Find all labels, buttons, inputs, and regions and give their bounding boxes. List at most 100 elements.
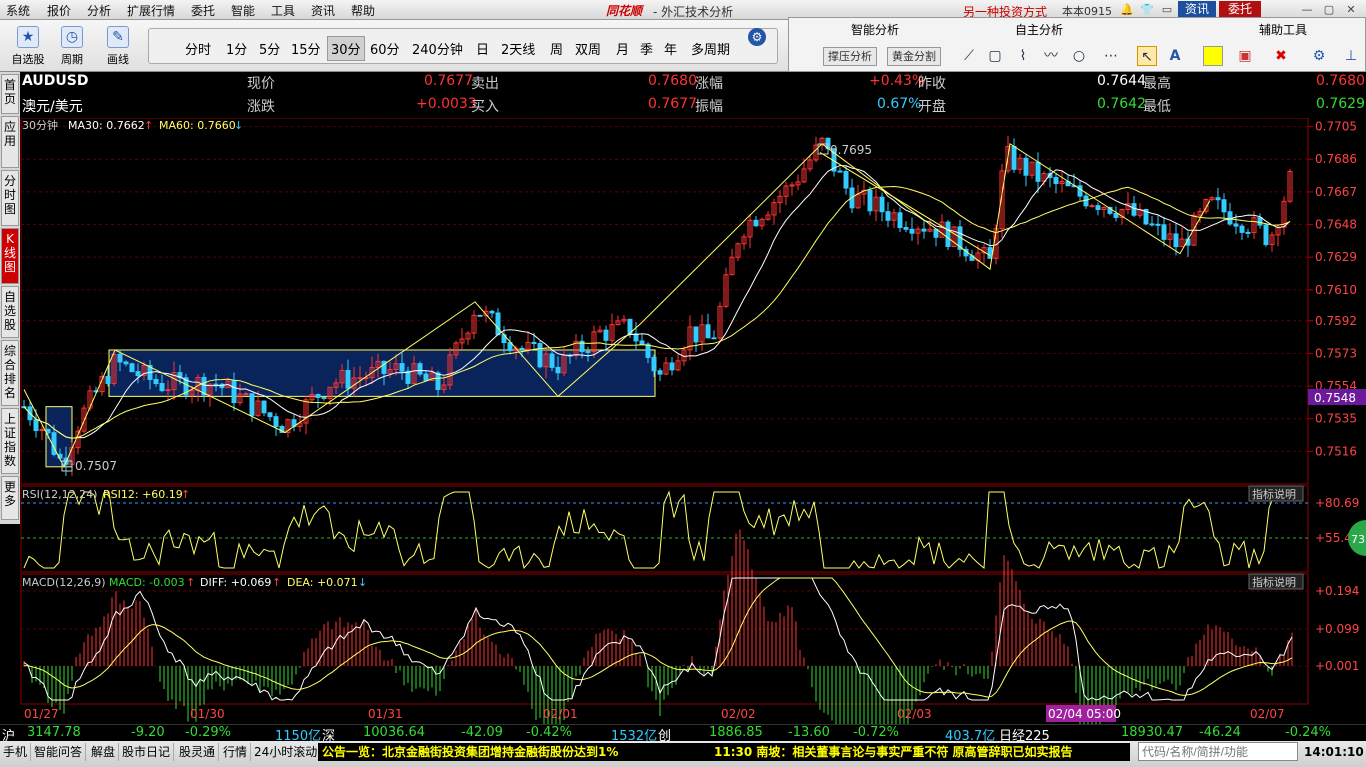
period-1m[interactable]: 1分 [226, 39, 247, 58]
more-icon[interactable]: ⋯ [1101, 46, 1121, 66]
kline-chart[interactable]: 0.7705 0.7686 0.7667 0.7648 0.7629 0.7610 0.75… [0, 118, 1366, 724]
ticker-qa[interactable]: 智能问答 [31, 743, 87, 761]
menu-tools[interactable]: 工具 [271, 2, 295, 19]
period-2day[interactable]: 2天线 [501, 39, 535, 58]
candle-body [555, 366, 561, 374]
cy-pct: -0.72% [853, 725, 899, 740]
candle-body [117, 353, 123, 363]
rsi-up-arrow: ↑ [181, 488, 190, 501]
sell-label: 卖出 [471, 76, 499, 92]
wave-icon[interactable]: 〰 [1041, 46, 1061, 66]
text-icon[interactable]: A [1165, 46, 1185, 66]
maximize-icon[interactable]: ▢ [1322, 3, 1336, 17]
news-headline-1[interactable]: 公告一览：北京金融街投资集团增持金融街股份达到1% [318, 743, 710, 761]
ticker-24h[interactable]: 24小时滚动 [251, 743, 322, 761]
aux-tools-header[interactable]: 辅助工具 [1259, 21, 1307, 38]
shirt-icon[interactable]: 👕 [1140, 3, 1154, 17]
bell-icon[interactable]: 🔔 [1120, 3, 1134, 17]
period-240m[interactable]: 240分钟 [412, 39, 463, 58]
period-year[interactable]: 年 [664, 39, 677, 58]
delete-icon[interactable]: ✖ [1271, 46, 1291, 66]
symbol-code: AUDUSD [22, 73, 89, 89]
line-draw-icon[interactable]: ⟋ [959, 46, 979, 66]
rectangle-icon[interactable]: ▢ [985, 46, 1005, 66]
period-month[interactable]: 月 [616, 39, 629, 58]
gear-icon[interactable]: ⚙ [748, 28, 766, 46]
period-15m[interactable]: 15分 [291, 39, 321, 58]
candle-body [753, 219, 759, 227]
minimize-icon[interactable]: — [1300, 3, 1314, 17]
pct-label: 涨幅 [695, 76, 723, 92]
ticker-mobile[interactable]: 手机 [0, 743, 32, 761]
candle-body [903, 226, 909, 230]
menu-help[interactable]: 帮助 [351, 2, 375, 19]
chart-grid [20, 118, 1313, 705]
cursor-icon[interactable]: ↖ [1137, 46, 1157, 66]
news-headline-2[interactable]: 11:30 南坡：相关董事言论与事实严重不符 原高管辞职已如实报告 [710, 743, 1130, 761]
menu-trade[interactable]: 委托 [191, 2, 215, 19]
pin-icon[interactable]: ⊥ [1341, 46, 1361, 66]
draw-line-tool[interactable]: ✎ 画线 [96, 24, 140, 68]
period-intraday[interactable]: 分时 [185, 39, 211, 58]
candle-body [1257, 217, 1263, 226]
ma30-up-arrow: ↑ [144, 119, 153, 132]
ticker-review[interactable]: 解盘 [88, 743, 120, 761]
period-quarter[interactable]: 季 [640, 39, 653, 58]
period-tool[interactable]: ◷ 周期 [50, 24, 94, 68]
symbol-name: 澳元/美元 [22, 99, 83, 115]
rsi-help-label[interactable]: 指标说明 [1252, 487, 1296, 501]
period-5m[interactable]: 5分 [259, 39, 280, 58]
news-button[interactable]: 资讯 [1178, 1, 1216, 18]
price-tick-label: 0.7610 [1315, 283, 1357, 297]
period-multi[interactable]: 多周期 [691, 39, 730, 58]
ticker-stocklink[interactable]: 股灵通 [176, 743, 220, 761]
change-value: +0.0033 [416, 96, 477, 112]
bookmark-icon[interactable]: ▣ [1235, 46, 1255, 66]
ticker-market[interactable]: 行情 [220, 743, 252, 761]
menu-smart[interactable]: 智能 [231, 2, 255, 19]
color-picker-icon[interactable] [1203, 46, 1223, 66]
tab-home[interactable]: 首页 [1, 74, 19, 114]
ticker-diary[interactable]: 股市日记 [119, 743, 175, 761]
support-resistance-button[interactable]: 撑压分析 [823, 47, 877, 66]
candle-body [921, 228, 927, 232]
menu-system[interactable]: 系统 [6, 2, 30, 19]
period-week[interactable]: 周 [550, 39, 563, 58]
time-label: 01/31 [368, 707, 403, 721]
period-30m[interactable]: 30分 [327, 36, 365, 61]
settings-icon[interactable]: ⚙ [1309, 46, 1329, 66]
prev-close-value: 0.7644 [1097, 73, 1146, 89]
low-label: 最低 [1143, 99, 1171, 115]
price-tick-label: 0.7516 [1315, 444, 1357, 458]
circle-icon[interactable]: ○ [1069, 46, 1089, 66]
candle-body [243, 393, 249, 396]
time-label: 01/30 [190, 707, 225, 721]
menu-news[interactable]: 资讯 [311, 2, 335, 19]
price-tick-label: 0.7592 [1315, 314, 1357, 328]
price-tick-label: 0.7629 [1315, 250, 1357, 264]
period-day[interactable]: 日 [476, 39, 489, 58]
menu-extended-quote[interactable]: 扩展行情 [127, 2, 175, 19]
window-min-icon[interactable]: ▭ [1160, 3, 1174, 17]
candle-body [1131, 203, 1137, 216]
watchlist-tool[interactable]: ★ 自选股 [6, 24, 50, 68]
trade-button[interactable]: 委托 [1219, 1, 1261, 18]
price-tick-label: 0.7667 [1315, 185, 1357, 199]
buy-value: 0.7677 [648, 96, 697, 112]
price-tick-label: 0.7705 [1315, 120, 1357, 134]
trend-icon[interactable]: ⌇ [1013, 46, 1033, 66]
candle-body [231, 380, 237, 404]
code-search-input[interactable] [1138, 742, 1298, 761]
golden-section-button[interactable]: 黄金分割 [887, 47, 941, 66]
smart-analysis-header[interactable]: 智能分析 [851, 21, 899, 38]
close-icon[interactable]: ✕ [1344, 3, 1358, 17]
period-biweek[interactable]: 双周 [575, 39, 601, 58]
candle-body [897, 212, 903, 228]
candle-body [909, 228, 915, 234]
macd-help-label[interactable]: 指标说明 [1252, 575, 1296, 589]
candle-body [1221, 199, 1227, 213]
period-60m[interactable]: 60分 [370, 39, 400, 58]
menu-analysis[interactable]: 分析 [87, 2, 111, 19]
menu-quote[interactable]: 报价 [47, 2, 71, 19]
self-analysis-header[interactable]: 自主分析 [1015, 21, 1063, 38]
